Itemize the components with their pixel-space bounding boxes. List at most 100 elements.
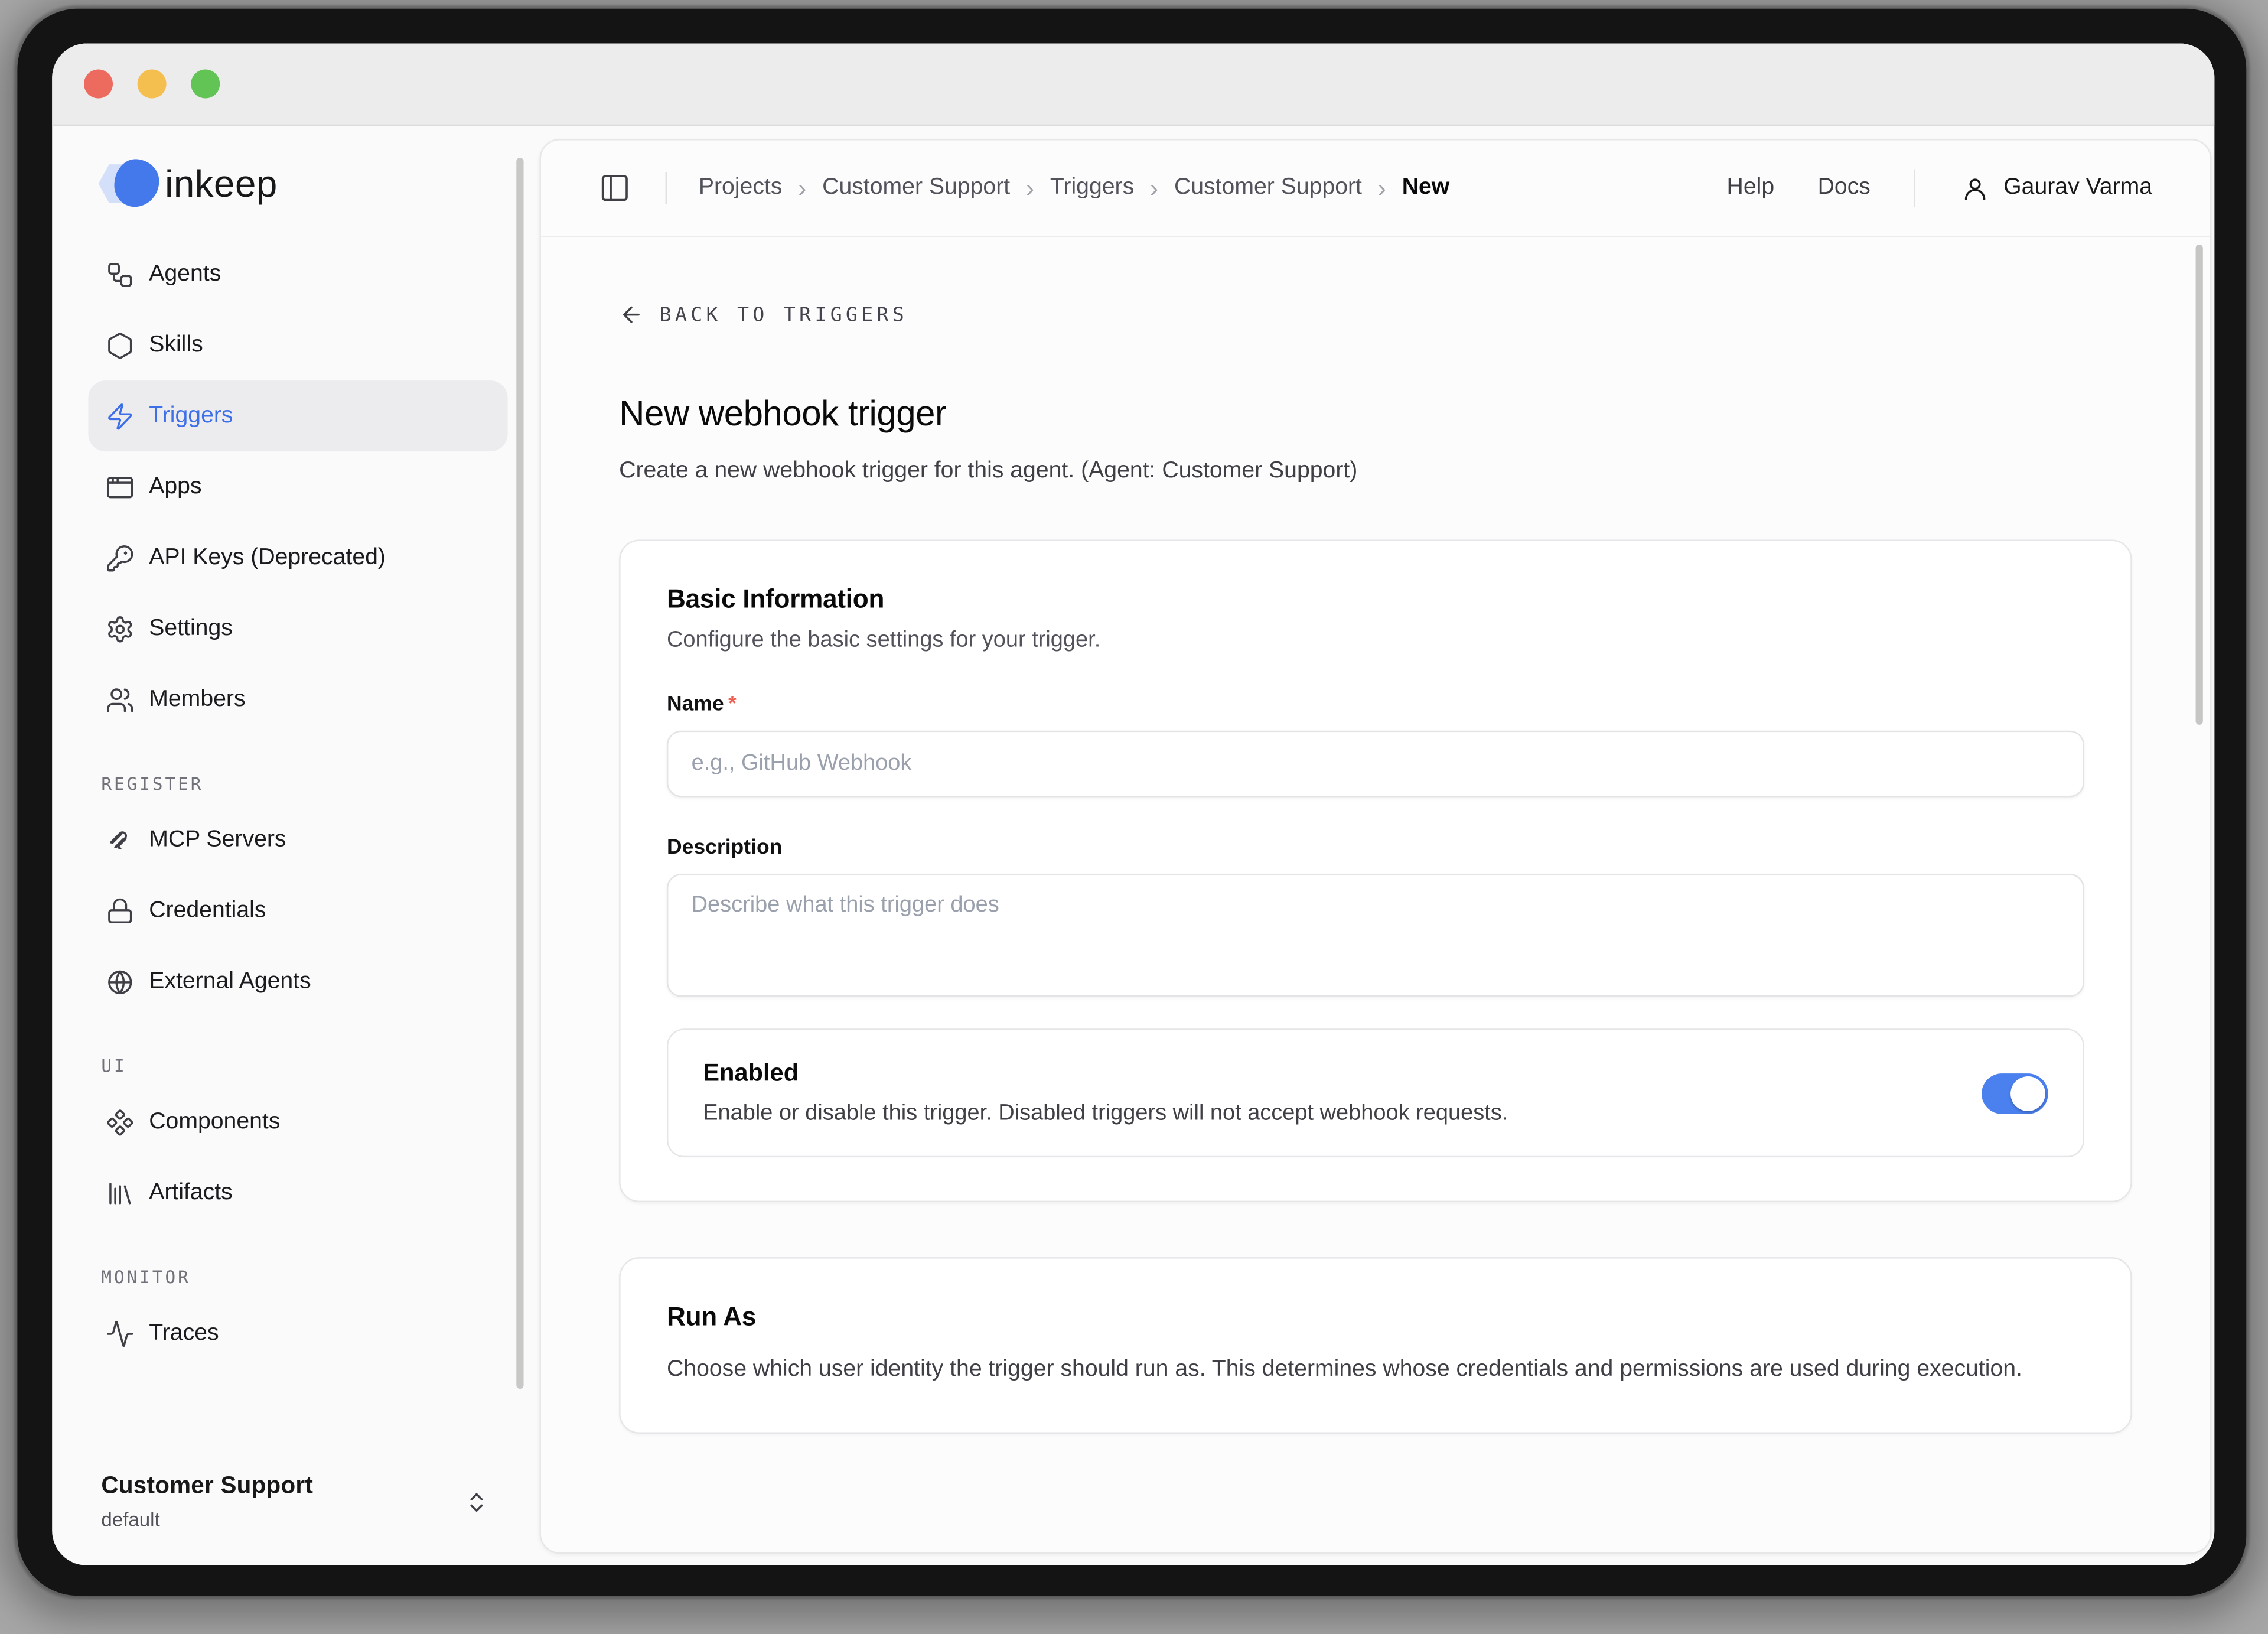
card-title: Run As bbox=[667, 1303, 2084, 1333]
sidebar-item-traces[interactable]: Traces bbox=[88, 1298, 507, 1369]
inkeep-logo[interactable]: inkeep bbox=[99, 155, 540, 213]
sidebar-toggle-icon[interactable] bbox=[599, 172, 631, 204]
minimize-button[interactable] bbox=[138, 70, 167, 99]
globe-icon bbox=[106, 967, 135, 996]
breadcrumb-customer-support[interactable]: Customer Support bbox=[822, 175, 1010, 201]
hexagon-icon bbox=[106, 331, 135, 360]
chevron-separator: › bbox=[1378, 176, 1386, 201]
app-body: inkeep Agents Skills Triggers bbox=[52, 126, 2214, 1565]
run-as-card: Run As Choose which user identity the tr… bbox=[619, 1258, 2132, 1434]
arrow-left-icon bbox=[619, 302, 644, 327]
user-name: Gaurav Varma bbox=[2003, 175, 2152, 201]
sidebar-section-register: REGISTER bbox=[101, 774, 539, 794]
lock-icon bbox=[106, 896, 135, 925]
basic-information-card: Basic Information Configure the basic se… bbox=[619, 540, 2132, 1203]
chevrons-up-down-icon bbox=[464, 1489, 489, 1514]
header-right: Help Docs Gaurav Varma bbox=[1683, 170, 2152, 207]
zoom-button[interactable] bbox=[191, 70, 220, 99]
sidebar-item-label: API Keys (Deprecated) bbox=[149, 545, 386, 571]
toggle-knob bbox=[2010, 1076, 2045, 1111]
card-title: Basic Information bbox=[667, 585, 2084, 615]
component-icon bbox=[106, 1108, 135, 1137]
sidebar-item-label: Members bbox=[149, 686, 245, 712]
back-to-triggers-link[interactable]: BACK TO TRIGGERS bbox=[619, 302, 908, 327]
sidebar-item-api-keys[interactable]: API Keys (Deprecated) bbox=[88, 522, 507, 593]
workflow-icon bbox=[106, 260, 135, 289]
run-as-description: Choose which user identity the trigger s… bbox=[667, 1350, 2070, 1389]
chevron-separator: › bbox=[1026, 176, 1034, 201]
user-icon bbox=[1961, 174, 1989, 202]
sidebar-item-members[interactable]: Members bbox=[88, 664, 507, 735]
header-divider bbox=[666, 172, 667, 204]
titlebar bbox=[52, 43, 2214, 126]
gear-icon bbox=[106, 614, 135, 643]
chevron-separator: › bbox=[1150, 176, 1158, 201]
close-button[interactable] bbox=[84, 70, 113, 99]
sidebar-item-label: Traces bbox=[149, 1320, 219, 1346]
sidebar-item-label: Apps bbox=[149, 474, 201, 500]
users-icon bbox=[106, 685, 135, 714]
description-field-label: Description bbox=[667, 837, 2084, 860]
activity-icon bbox=[106, 1319, 135, 1347]
screenshot-stage: inkeep Agents Skills Triggers bbox=[0, 0, 2268, 1633]
main-panel: Projects › Customer Support › Triggers ›… bbox=[539, 139, 2211, 1554]
sidebar-nav: Agents Skills Triggers Apps bbox=[52, 239, 539, 1369]
sidebar-item-components[interactable]: Components bbox=[88, 1086, 507, 1157]
sidebar-item-credentials[interactable]: Credentials bbox=[88, 875, 507, 946]
panel-header: Projects › Customer Support › Triggers ›… bbox=[541, 141, 2210, 237]
sidebar-scrollbar[interactable] bbox=[516, 158, 523, 1389]
sidebar-item-external-agents[interactable]: External Agents bbox=[88, 946, 507, 1017]
help-link[interactable]: Help bbox=[1727, 175, 1775, 201]
sidebar-item-label: Skills bbox=[149, 332, 203, 358]
sidebar-item-label: Components bbox=[149, 1109, 280, 1135]
card-description: Configure the basic settings for your tr… bbox=[667, 629, 2084, 655]
required-asterisk: * bbox=[728, 694, 737, 717]
enabled-setting: Enabled Enable or disable this trigger. … bbox=[667, 1029, 2084, 1158]
breadcrumb: Projects › Customer Support › Triggers ›… bbox=[699, 175, 1449, 201]
breadcrumb-customer-support-2[interactable]: Customer Support bbox=[1174, 175, 1362, 201]
sidebar-item-label: Agents bbox=[149, 261, 221, 287]
library-icon bbox=[106, 1179, 135, 1207]
app-window-icon bbox=[106, 473, 135, 502]
main-scrollbar[interactable] bbox=[2196, 245, 2203, 725]
page-title: New webhook trigger bbox=[619, 395, 2132, 436]
breadcrumb-projects[interactable]: Projects bbox=[699, 175, 783, 201]
docs-link[interactable]: Docs bbox=[1818, 175, 1871, 201]
project-environment: default bbox=[101, 1509, 464, 1531]
back-link-label: BACK TO TRIGGERS bbox=[660, 303, 908, 326]
key-icon bbox=[106, 543, 135, 572]
user-menu[interactable]: Gaurav Varma bbox=[1961, 174, 2152, 202]
sidebar-item-label: Artifacts bbox=[149, 1180, 233, 1206]
panel-content: BACK TO TRIGGERS New webhook trigger Cre… bbox=[541, 237, 2210, 1434]
zap-icon bbox=[106, 402, 135, 431]
sidebar-item-settings[interactable]: Settings bbox=[88, 593, 507, 664]
brand-name: inkeep bbox=[165, 161, 278, 206]
sidebar: inkeep Agents Skills Triggers bbox=[52, 126, 539, 1565]
sidebar-item-artifacts[interactable]: Artifacts bbox=[88, 1157, 507, 1228]
sidebar-section-ui: UI bbox=[101, 1056, 539, 1076]
breadcrumb-triggers[interactable]: Triggers bbox=[1050, 175, 1134, 201]
sidebar-item-label: Credentials bbox=[149, 898, 266, 924]
inkeep-logo-icon bbox=[99, 159, 162, 208]
chevron-separator: › bbox=[798, 176, 806, 201]
sidebar-item-label: External Agents bbox=[149, 969, 311, 995]
project-switcher[interactable]: Customer Support default bbox=[101, 1473, 496, 1531]
sidebar-item-apps[interactable]: Apps bbox=[88, 451, 507, 522]
sidebar-item-mcp-servers[interactable]: MCP Servers bbox=[88, 805, 507, 875]
name-input[interactable] bbox=[667, 731, 2084, 798]
sidebar-item-triggers[interactable]: Triggers bbox=[88, 380, 507, 451]
header-divider bbox=[1914, 170, 1915, 207]
sidebar-item-agents[interactable]: Agents bbox=[88, 239, 507, 310]
sidebar-item-label: MCP Servers bbox=[149, 827, 286, 853]
sidebar-section-monitor: MONITOR bbox=[101, 1267, 539, 1287]
name-field-label: Name* bbox=[667, 694, 2084, 717]
sidebar-item-label: Triggers bbox=[149, 403, 233, 429]
mcp-icon bbox=[106, 825, 135, 854]
sidebar-item-label: Settings bbox=[149, 616, 233, 642]
enabled-toggle[interactable] bbox=[1982, 1073, 2048, 1114]
page-subtitle: Create a new webhook trigger for this ag… bbox=[619, 459, 2132, 485]
sidebar-item-skills[interactable]: Skills bbox=[88, 310, 507, 380]
description-textarea[interactable] bbox=[667, 874, 2084, 997]
app-window: inkeep Agents Skills Triggers bbox=[52, 43, 2214, 1565]
enabled-label: Enabled bbox=[703, 1060, 1947, 1089]
